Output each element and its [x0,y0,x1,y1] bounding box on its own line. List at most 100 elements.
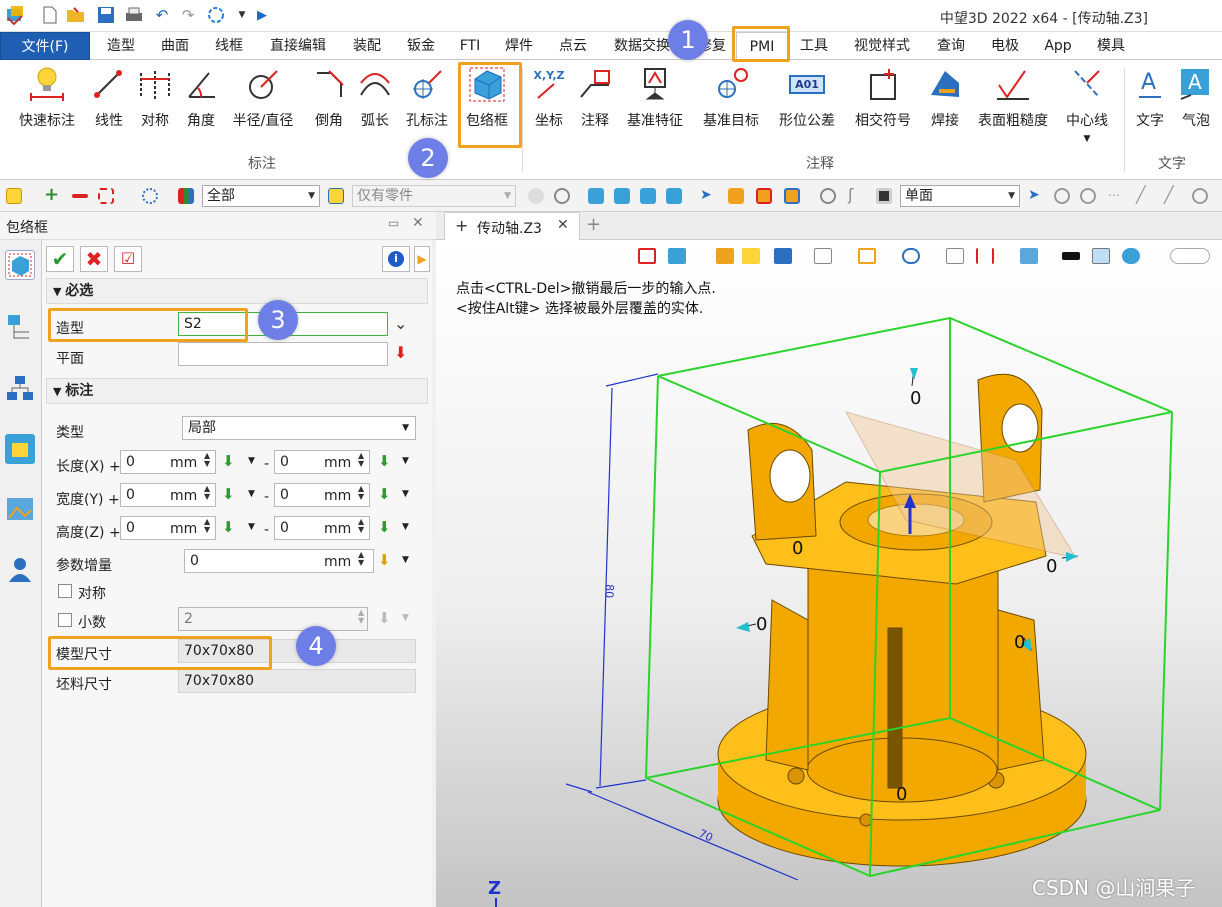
tab-app[interactable]: App [1036,32,1080,60]
lasso-select-icon[interactable] [142,188,158,204]
ok-button[interactable]: ✔ [46,246,74,272]
doc-tab-close-icon[interactable]: ✕ [557,217,569,233]
menu-file[interactable]: 文件(F) [0,32,90,60]
symmetric-checkbox[interactable] [58,584,72,598]
redo-icon[interactable]: ↷ [178,5,198,25]
decimal-checkbox[interactable] [58,613,72,627]
panel-pin-icon[interactable]: ▭ [388,216,399,230]
view-mode-dropdown[interactable]: 单面 ▼ [900,185,1020,207]
tool-radius-diameter[interactable]: 半径/直径 [232,64,294,134]
param-increment-dropdown-icon[interactable]: ▼ [402,555,409,565]
decimal-dropdown-icon[interactable]: ▼ [402,613,409,623]
width-minus-dropdown-icon[interactable]: ▼ [402,489,409,499]
tab-sheet-metal[interactable]: 钣金 [398,32,444,60]
length-plus-input[interactable]: 0 [120,450,216,474]
gear-icon[interactable] [1054,188,1070,204]
filter-icon[interactable] [178,188,194,204]
save-icon[interactable] [96,5,116,25]
select-pointer-icon[interactable] [6,188,22,204]
section-annotation[interactable]: ▼ 标注 [46,378,428,404]
rotate-view-icon[interactable] [554,188,570,204]
height-plus-pick-icon[interactable]: ⬇ [222,520,236,536]
width-plus-pick-icon[interactable]: ⬇ [222,487,236,503]
line-icon[interactable]: ╱ [1136,187,1152,204]
width-minus-pick-icon[interactable]: ⬇ [378,487,392,503]
add-icon[interactable]: + [44,186,60,204]
tab-wireframe[interactable]: 线框 [206,32,252,60]
height-plus-input[interactable]: 0 [120,516,216,540]
apply-button[interactable]: ☑ [114,246,142,272]
tool-surface-roughness[interactable]: 表面粗糙度 [978,64,1048,134]
info-button[interactable]: i [382,246,410,272]
tab-weldment[interactable]: 焊件 [496,32,542,60]
width-plus-dropdown-icon[interactable]: ▼ [248,489,255,499]
tool-gdt[interactable]: A01 形位公差 [776,64,838,134]
height-minus-pick-icon[interactable]: ⬇ [378,520,392,536]
line-icon-2[interactable]: ╱ [1164,187,1180,204]
tab-query[interactable]: 查询 [928,32,974,60]
section-required[interactable]: ▼ 必选 [46,278,428,304]
parts-only-dropdown[interactable]: 仅有零件 ▼ [352,185,516,207]
width-minus-spinner[interactable]: ▲ ▼ [358,485,364,501]
length-minus-pick-icon[interactable]: ⬇ [378,454,392,470]
remove-icon[interactable] [72,194,88,198]
plane-input[interactable] [178,342,388,366]
decimal-input[interactable]: 2 [178,607,368,631]
list-icon[interactable] [728,188,744,204]
tab-modeling[interactable]: 造型 [98,32,144,60]
filter-all-dropdown[interactable]: 全部 ▼ [202,185,320,207]
height-minus-input[interactable]: 0 [274,516,370,540]
tool-datum-target[interactable]: 基准目标 [700,64,762,134]
height-plus-spinner[interactable]: ▲ ▼ [204,518,210,534]
tool-datum-feature[interactable]: 基准特征 [624,64,686,134]
tab-electrode[interactable]: 电极 [982,32,1028,60]
tab-mold[interactable]: 模具 [1088,32,1134,60]
length-minus-spinner[interactable]: ▲ ▼ [358,452,364,468]
tab-data-exchange[interactable]: 数据交换 [606,32,678,60]
height-minus-dropdown-icon[interactable]: ▼ [402,522,409,532]
open-folder-icon[interactable] [66,5,86,25]
expand-panel-button[interactable]: ▶ [414,246,430,272]
doc-tab-active[interactable]: + 传动轴.Z3 ✕ [444,212,580,240]
hook-icon[interactable]: ʃ [848,187,864,204]
stop-icon[interactable] [876,188,892,204]
new-tab-button[interactable]: + [586,214,601,235]
run-icon[interactable]: ▶ [252,5,272,25]
decimal-pick-icon[interactable]: ⬇ [378,611,392,627]
tool-icon-1[interactable] [588,188,604,204]
tool-icon-4[interactable] [666,188,682,204]
param-increment-spinner[interactable]: ▲ ▼ [358,551,364,567]
points-icon[interactable]: ⋯ [1108,188,1124,204]
sidebar-assembly-icon[interactable] [5,374,35,404]
part-icon[interactable] [756,188,772,204]
snap-icon[interactable] [528,188,544,204]
length-plus-pick-icon[interactable]: ⬇ [222,454,236,470]
sidebar-history-icon[interactable] [5,312,35,342]
param-increment-pick-icon[interactable]: ⬇ [378,553,392,569]
tool-icon-3[interactable] [640,188,656,204]
width-plus-spinner[interactable]: ▲ ▼ [204,485,210,501]
tab-fti[interactable]: FTI [452,32,488,60]
circle-icon[interactable] [1192,188,1208,204]
sidebar-user-icon[interactable] [5,554,35,584]
regenerate-icon[interactable] [206,5,226,25]
sidebar-view-icon[interactable] [5,434,35,464]
type-dropdown[interactable]: 局部 ▼ [182,416,416,440]
tab-tools[interactable]: 工具 [792,32,836,60]
centerline-dropdown-icon[interactable]: ▼ [1056,134,1118,144]
plane-pick-icon[interactable]: ⬇ [394,345,408,362]
box-select-icon[interactable] [98,188,114,204]
viewport-3d[interactable]: 点击<CTRL-Del>撤销最后一步的输入点. <按住Alt键> 选择被最外层覆… [436,240,1222,907]
height-minus-spinner[interactable]: ▲ ▼ [358,518,364,534]
tool-centerline[interactable]: 中心线 ▼ [1056,64,1118,144]
quick-access-dropdown-icon[interactable]: ▼ [232,5,252,25]
length-minus-input[interactable]: 0 [274,450,370,474]
parts-only-icon[interactable] [328,188,344,204]
tab-pmi[interactable]: PMI [736,32,788,60]
tab-assembly[interactable]: 装配 [344,32,390,60]
shape-expand-icon[interactable]: ⌄ [394,314,407,333]
tool-weld[interactable]: 焊接 [914,64,976,134]
decimal-spinner[interactable]: ▲ ▼ [358,609,364,625]
sidebar-image-icon[interactable] [5,494,35,524]
width-minus-input[interactable]: 0 [274,483,370,507]
